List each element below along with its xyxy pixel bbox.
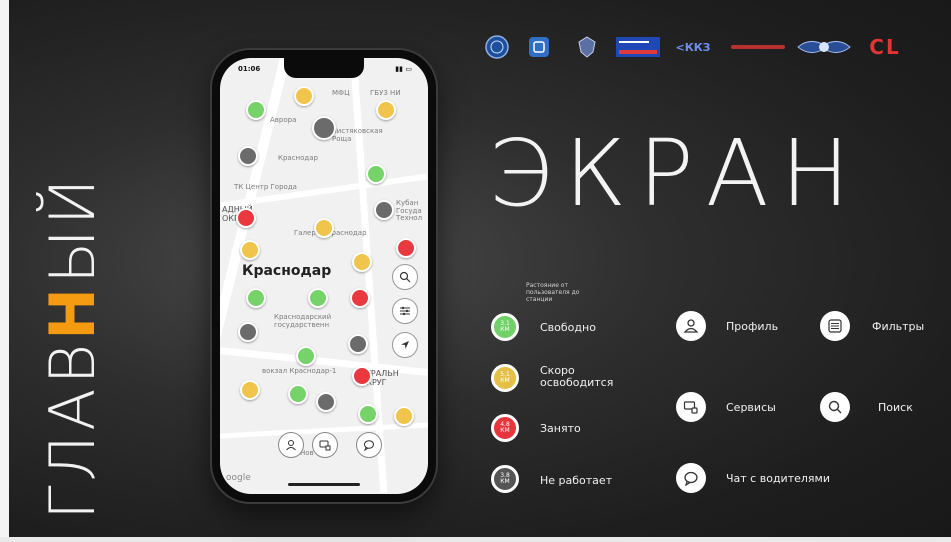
station-marker-free[interactable] bbox=[296, 346, 316, 366]
slide: ГЛАВНЫЙ <ККЗ CL ЭКРАН 01:06 ▮▮ ▭ МФЦ ГБУ… bbox=[0, 0, 951, 542]
legend-marker-broken: 3.8 КМ bbox=[491, 465, 519, 493]
vertical-title-part2: ЫЙ bbox=[36, 174, 109, 284]
vertical-title-part1: ГЛАВ bbox=[36, 339, 109, 520]
cl-logo: CL bbox=[862, 33, 908, 61]
legend-label-free: Свободно bbox=[540, 321, 596, 334]
eagle-crest-logo bbox=[570, 33, 604, 61]
feature-search bbox=[820, 392, 850, 422]
phone-mockup: 01:06 ▮▮ ▭ МФЦ ГБУЗ НИ Аврора Чистяковск… bbox=[212, 50, 436, 502]
feature-chat bbox=[676, 463, 706, 493]
station-marker-free[interactable] bbox=[288, 384, 308, 404]
big-title: ЭКРАН bbox=[488, 120, 862, 227]
station-marker-free[interactable] bbox=[358, 404, 378, 424]
station-marker-soon[interactable] bbox=[240, 240, 260, 260]
station-marker-soon[interactable] bbox=[352, 252, 372, 272]
station-marker-free[interactable] bbox=[308, 288, 328, 308]
services-icon bbox=[683, 401, 698, 414]
station-marker-busy[interactable] bbox=[350, 288, 370, 308]
station-marker-broken[interactable] bbox=[238, 146, 258, 166]
legend-unit: КМ bbox=[500, 478, 510, 485]
navigation-arrow-icon bbox=[401, 341, 409, 349]
left-edge-strip bbox=[0, 0, 9, 542]
feature-label-chat: Чат с водителями bbox=[726, 472, 830, 485]
station-marker-broken[interactable] bbox=[348, 334, 368, 354]
map-chat-button[interactable] bbox=[356, 432, 382, 458]
map-label: oogle bbox=[226, 473, 251, 483]
legend-label-busy: Занято bbox=[540, 422, 581, 435]
map-filters-button[interactable] bbox=[392, 298, 418, 324]
station-marker-broken[interactable] bbox=[316, 392, 336, 412]
filters-icon bbox=[828, 319, 842, 333]
map-label: вокзал Краснодар-1 bbox=[262, 367, 337, 375]
station-marker-soon[interactable] bbox=[394, 406, 414, 426]
phone-screen: 01:06 ▮▮ ▭ МФЦ ГБУЗ НИ Аврора Чистяковск… bbox=[220, 58, 428, 494]
red-text-logo bbox=[730, 33, 786, 61]
vertical-title: ГЛАВНЫЙ bbox=[36, 174, 109, 520]
station-marker-busy[interactable] bbox=[236, 208, 256, 228]
feature-filters bbox=[820, 311, 850, 341]
kkz-logo: <ККЗ bbox=[670, 33, 716, 61]
status-icons: ▮▮ ▭ bbox=[395, 65, 412, 73]
profile-icon bbox=[683, 319, 699, 333]
station-marker-broken[interactable] bbox=[374, 200, 394, 220]
map-search-button[interactable] bbox=[392, 264, 418, 290]
winged-emblem-logo bbox=[796, 33, 852, 61]
search-icon bbox=[399, 271, 411, 283]
map-services-button[interactable] bbox=[312, 432, 338, 458]
cl-logo-text: CL bbox=[869, 35, 901, 59]
map-label: Чистяковская Роща bbox=[332, 127, 383, 143]
legend-caption: Растояние от пользователя до станции bbox=[526, 282, 580, 304]
status-time: 01:06 bbox=[238, 65, 261, 73]
chat-icon bbox=[364, 440, 374, 451]
station-marker-group[interactable] bbox=[312, 116, 336, 140]
legend-unit: КМ bbox=[500, 326, 510, 333]
kkz-logo-text: <ККЗ bbox=[675, 40, 711, 54]
station-marker-soon[interactable] bbox=[240, 380, 260, 400]
map-label: Краснодар bbox=[278, 154, 318, 162]
city-name: Краснодар bbox=[242, 263, 332, 279]
phone-notch bbox=[284, 58, 364, 78]
services-icon bbox=[319, 440, 331, 451]
legend-marker-busy: 4.8 КМ bbox=[491, 414, 519, 442]
feature-services bbox=[676, 392, 706, 422]
map-label: ГБУЗ НИ bbox=[370, 89, 401, 97]
legend-label-soon: Скоро освободится bbox=[540, 364, 614, 390]
map-label: Кубан Госуда Технол bbox=[396, 199, 423, 223]
legend-unit: КМ bbox=[500, 427, 510, 434]
station-marker-soon[interactable] bbox=[294, 86, 314, 106]
station-marker-free[interactable] bbox=[246, 100, 266, 120]
legend-unit: КМ bbox=[500, 377, 510, 384]
search-icon bbox=[828, 400, 842, 414]
station-marker-soon[interactable] bbox=[376, 100, 396, 120]
map-profile-button[interactable] bbox=[278, 432, 304, 458]
feature-label-profile: Профиль bbox=[726, 320, 779, 333]
filters-icon bbox=[400, 306, 410, 316]
emblem-round-logo bbox=[480, 33, 514, 61]
chat-icon bbox=[684, 471, 698, 486]
feature-label-services: Сервисы bbox=[726, 401, 776, 414]
station-marker-busy[interactable] bbox=[396, 238, 416, 258]
legend-label-broken: Не работает bbox=[540, 474, 613, 487]
map-label: Аврора bbox=[270, 116, 297, 124]
feature-profile bbox=[676, 311, 706, 341]
map-locate-button[interactable] bbox=[392, 332, 418, 358]
station-marker-broken[interactable] bbox=[238, 322, 258, 342]
blue-square-logo bbox=[522, 33, 556, 61]
feature-label-filters: Фильтры bbox=[872, 320, 925, 333]
vertical-title-accent: Н bbox=[36, 283, 109, 340]
station-marker-soon[interactable] bbox=[314, 218, 334, 238]
map-label: ТК Центр Города bbox=[234, 183, 297, 191]
map-label: Краснодарский государственн bbox=[274, 313, 332, 329]
station-marker-free[interactable] bbox=[246, 288, 266, 308]
bottom-edge-strip bbox=[0, 537, 951, 542]
home-indicator bbox=[288, 483, 360, 486]
station-marker-busy[interactable] bbox=[352, 366, 372, 386]
station-marker-free[interactable] bbox=[366, 164, 386, 184]
profile-icon bbox=[286, 440, 296, 451]
feature-label-search: Поиск bbox=[878, 401, 913, 414]
legend-marker-free: 3.1 КМ bbox=[491, 313, 519, 341]
legend-marker-soon: 5.1 КМ bbox=[491, 364, 519, 392]
map-label: МФЦ bbox=[332, 89, 350, 97]
blue-card-logo bbox=[614, 33, 662, 61]
